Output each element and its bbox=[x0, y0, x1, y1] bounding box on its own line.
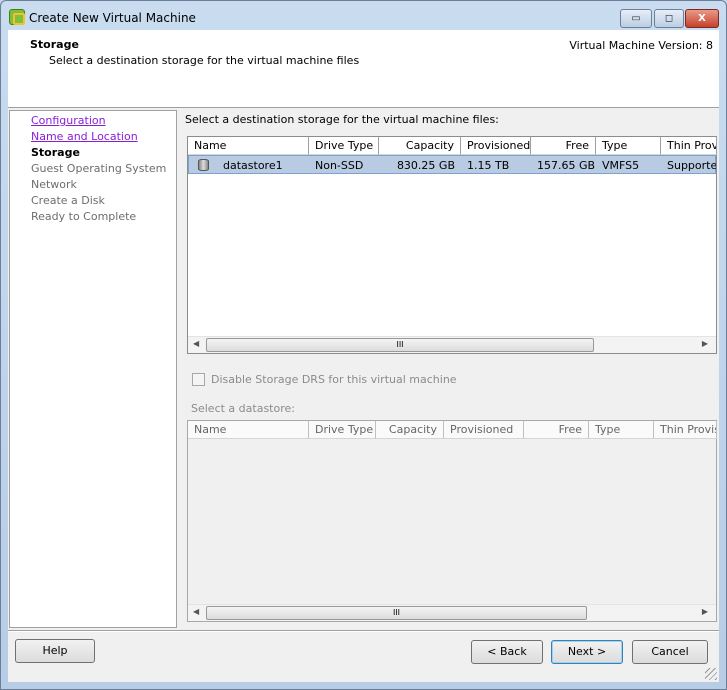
nav-guest-os: Guest Operating System bbox=[31, 162, 167, 175]
col-thin: Thin Provisioning bbox=[654, 421, 717, 439]
cell-provisioned: 1.15 TB bbox=[467, 159, 510, 172]
cell-type: VMFS5 bbox=[602, 159, 640, 172]
resize-grip-icon[interactable] bbox=[705, 668, 717, 680]
horizontal-scrollbar[interactable]: ◀ III ▶ bbox=[188, 604, 716, 621]
cell-name: datastore1 bbox=[223, 159, 283, 172]
col-capacity: Capacity bbox=[376, 421, 444, 439]
nav-configuration[interactable]: Configuration bbox=[31, 114, 106, 127]
nav-storage: Storage bbox=[31, 146, 80, 159]
col-thin[interactable]: Thin Provisioning bbox=[661, 137, 717, 155]
col-type: Type bbox=[589, 421, 654, 439]
table-row[interactable]: datastore1 Non-SSD 830.25 GB 1.15 TB 157… bbox=[188, 155, 716, 174]
help-button[interactable]: Help bbox=[15, 639, 95, 663]
col-drive-type[interactable]: Drive Type bbox=[309, 137, 379, 155]
footer-divider bbox=[8, 630, 719, 632]
wizard-nav: Configuration Name and Location Storage … bbox=[9, 110, 177, 628]
nav-name-and-location[interactable]: Name and Location bbox=[31, 130, 138, 143]
cell-thin: Supported bbox=[667, 159, 716, 172]
step-description: Select a destination storage for the vir… bbox=[49, 54, 360, 67]
scroll-right-icon[interactable]: ▶ bbox=[702, 339, 708, 348]
close-button[interactable]: X bbox=[685, 9, 719, 28]
col-type[interactable]: Type bbox=[596, 137, 661, 155]
scroll-thumb[interactable]: III bbox=[206, 606, 587, 620]
nav-create-disk: Create a Disk bbox=[31, 194, 105, 207]
col-free[interactable]: Free bbox=[531, 137, 596, 155]
cancel-button[interactable]: Cancel bbox=[632, 640, 708, 664]
disable-drs-label: Disable Storage DRS for this virtual mac… bbox=[211, 373, 457, 386]
select-datastore-label: Select a datastore: bbox=[191, 402, 295, 415]
disable-drs-checkbox[interactable] bbox=[192, 373, 205, 386]
col-drive-type: Drive Type bbox=[309, 421, 376, 439]
maximize-button[interactable]: ◻ bbox=[654, 9, 684, 28]
storage-prompt: Select a destination storage for the vir… bbox=[185, 113, 499, 126]
window-title: Create New Virtual Machine bbox=[29, 11, 196, 25]
col-name: Name bbox=[188, 421, 309, 439]
wizard-header: Storage Select a destination storage for… bbox=[8, 30, 719, 108]
datastore-table: Name Drive Type Capacity Provisioned Fre… bbox=[187, 136, 717, 354]
col-capacity[interactable]: Capacity bbox=[379, 137, 461, 155]
nav-ready-to-complete: Ready to Complete bbox=[31, 210, 137, 223]
cell-free: 157.65 GB bbox=[537, 159, 596, 172]
cell-capacity: 830.25 GB bbox=[396, 159, 455, 172]
scroll-right-icon[interactable]: ▶ bbox=[702, 607, 708, 616]
scroll-left-icon[interactable]: ◀ bbox=[193, 607, 199, 616]
vm-app-icon bbox=[9, 9, 25, 25]
horizontal-scrollbar[interactable]: ◀ III ▶ bbox=[188, 336, 716, 353]
next-button[interactable]: Next > bbox=[551, 640, 623, 664]
back-button[interactable]: < Back bbox=[471, 640, 543, 664]
minimize-button[interactable]: ▭ bbox=[620, 9, 652, 28]
datastore-icon bbox=[198, 159, 209, 171]
nav-network: Network bbox=[31, 178, 77, 191]
dialog-body: Storage Select a destination storage for… bbox=[8, 30, 719, 682]
scroll-left-icon[interactable]: ◀ bbox=[193, 339, 199, 348]
col-free: Free bbox=[524, 421, 589, 439]
step-title: Storage bbox=[30, 38, 79, 51]
vm-version: Virtual Machine Version: 8 bbox=[569, 39, 713, 52]
col-name[interactable]: Name bbox=[188, 137, 309, 155]
col-provisioned[interactable]: Provisioned bbox=[461, 137, 531, 155]
col-provisioned: Provisioned bbox=[444, 421, 524, 439]
datastore-cluster-table: Name Drive Type Capacity Provisioned Fre… bbox=[187, 420, 717, 622]
scroll-thumb[interactable]: III bbox=[206, 338, 594, 352]
cell-drive-type: Non-SSD bbox=[315, 159, 364, 172]
